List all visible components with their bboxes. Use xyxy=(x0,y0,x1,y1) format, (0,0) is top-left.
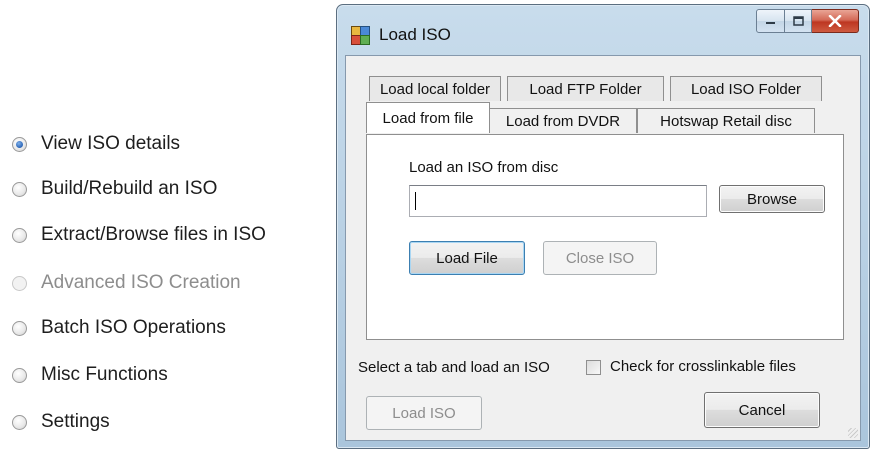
tab-load-ftp-folder[interactable]: Load FTP Folder xyxy=(507,76,664,101)
option-label: Batch ISO Operations xyxy=(41,317,226,338)
minimize-icon xyxy=(766,22,775,24)
load-file-button[interactable]: Load File xyxy=(409,241,525,275)
option-label: Settings xyxy=(41,411,110,432)
load-iso-button: Load ISO xyxy=(366,396,482,430)
maximize-icon xyxy=(792,16,804,26)
tab-load-iso-folder[interactable]: Load ISO Folder xyxy=(670,76,822,101)
dialog-client-area: Load local folder Load FTP Folder Load I… xyxy=(345,55,861,441)
radio-extract-browse-files[interactable] xyxy=(12,227,27,243)
crosslinkable-checkbox[interactable] xyxy=(586,360,601,375)
mode-options-panel: View ISO details Build/Rebuild an ISO Ex… xyxy=(0,0,330,450)
option-settings[interactable]: Settings xyxy=(12,409,110,435)
radio-settings[interactable] xyxy=(12,414,27,430)
browse-button[interactable]: Browse xyxy=(719,185,825,213)
radio-advanced-iso-creation xyxy=(12,275,27,291)
tab-load-local-folder[interactable]: Load local folder xyxy=(369,76,501,101)
option-build-rebuild-iso[interactable]: Build/Rebuild an ISO xyxy=(12,176,217,202)
option-misc-functions[interactable]: Misc Functions xyxy=(12,362,168,388)
option-advanced-iso-creation: Advanced ISO Creation xyxy=(12,270,241,296)
cancel-button[interactable]: Cancel xyxy=(704,392,820,428)
maximize-button[interactable] xyxy=(785,9,812,33)
close-button[interactable] xyxy=(812,9,859,33)
app-icon xyxy=(351,26,370,45)
radio-view-iso-details[interactable] xyxy=(12,136,27,152)
tab-hotswap-retail-disc[interactable]: Hotswap Retail disc xyxy=(637,108,815,133)
close-icon xyxy=(828,15,842,27)
iso-path-input[interactable] xyxy=(409,185,707,217)
option-label: View ISO details xyxy=(41,133,181,154)
title-bar[interactable]: Load ISO xyxy=(337,5,869,55)
minimize-button[interactable] xyxy=(756,9,785,33)
option-extract-browse-files[interactable]: Extract/Browse files in ISO xyxy=(12,222,266,248)
option-label: Misc Functions xyxy=(41,364,168,385)
window-title: Load ISO xyxy=(379,25,451,44)
tab-load-from-dvdr[interactable]: Load from DVDR xyxy=(489,108,637,133)
option-label: Advanced ISO Creation xyxy=(41,272,241,293)
load-iso-label: Load an ISO from disc xyxy=(409,159,559,176)
tab-page-load-from-file: Load an ISO from disc Browse Load File C… xyxy=(366,134,844,340)
text-caret xyxy=(415,192,416,210)
crosslinkable-label[interactable]: Check for crosslinkable files xyxy=(610,358,796,375)
load-iso-dialog: Load ISO Load local folder Load FTP Fold… xyxy=(336,4,870,449)
close-iso-button: Close ISO xyxy=(543,241,657,275)
radio-build-rebuild-iso[interactable] xyxy=(12,181,27,197)
resize-grip[interactable] xyxy=(848,428,858,438)
window-controls xyxy=(756,9,859,33)
option-batch-iso-operations[interactable]: Batch ISO Operations xyxy=(12,315,226,341)
radio-batch-iso-operations[interactable] xyxy=(12,320,27,336)
tab-load-from-file[interactable]: Load from file xyxy=(366,102,490,133)
option-label: Build/Rebuild an ISO xyxy=(41,178,218,199)
option-label: Extract/Browse files in ISO xyxy=(41,224,266,245)
option-view-iso-details[interactable]: View ISO details xyxy=(12,131,180,157)
status-text: Select a tab and load an ISO xyxy=(358,359,550,376)
radio-misc-functions[interactable] xyxy=(12,367,27,383)
